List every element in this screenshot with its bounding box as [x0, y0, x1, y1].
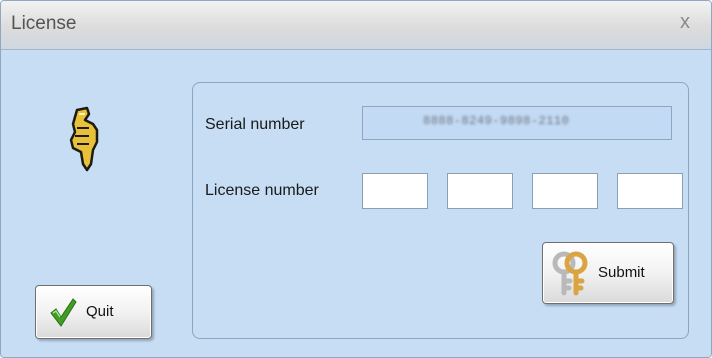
license-number-label: License number	[205, 182, 319, 199]
license-dialog: License x Serial number 8888-8249-9898-2…	[0, 0, 712, 358]
serial-number-field: 8888-8249-9898-2110	[362, 106, 672, 140]
serial-number-value: 8888-8249-9898-2110	[423, 114, 570, 128]
submit-button[interactable]: Submit	[542, 242, 674, 304]
license-field-2[interactable]	[447, 173, 513, 209]
keys-icon	[552, 251, 588, 296]
dialog-body: Serial number 8888-8249-9898-2110 Licens…	[1, 50, 711, 357]
title-bar[interactable]: License x	[1, 1, 711, 50]
window-title: License	[11, 13, 77, 34]
license-group: Serial number 8888-8249-9898-2110 Licens…	[192, 82, 689, 339]
serial-number-label: Serial number	[205, 116, 305, 133]
license-field-4[interactable]	[617, 173, 683, 209]
pointing-hand-icon	[69, 106, 99, 172]
close-icon[interactable]: x	[673, 10, 697, 34]
license-field-3[interactable]	[532, 173, 598, 209]
quit-button[interactable]: Quit	[35, 285, 152, 339]
license-field-1[interactable]	[362, 173, 428, 209]
submit-button-label: Submit	[598, 264, 645, 281]
checkmark-icon	[50, 298, 77, 327]
quit-button-label: Quit	[86, 303, 114, 320]
